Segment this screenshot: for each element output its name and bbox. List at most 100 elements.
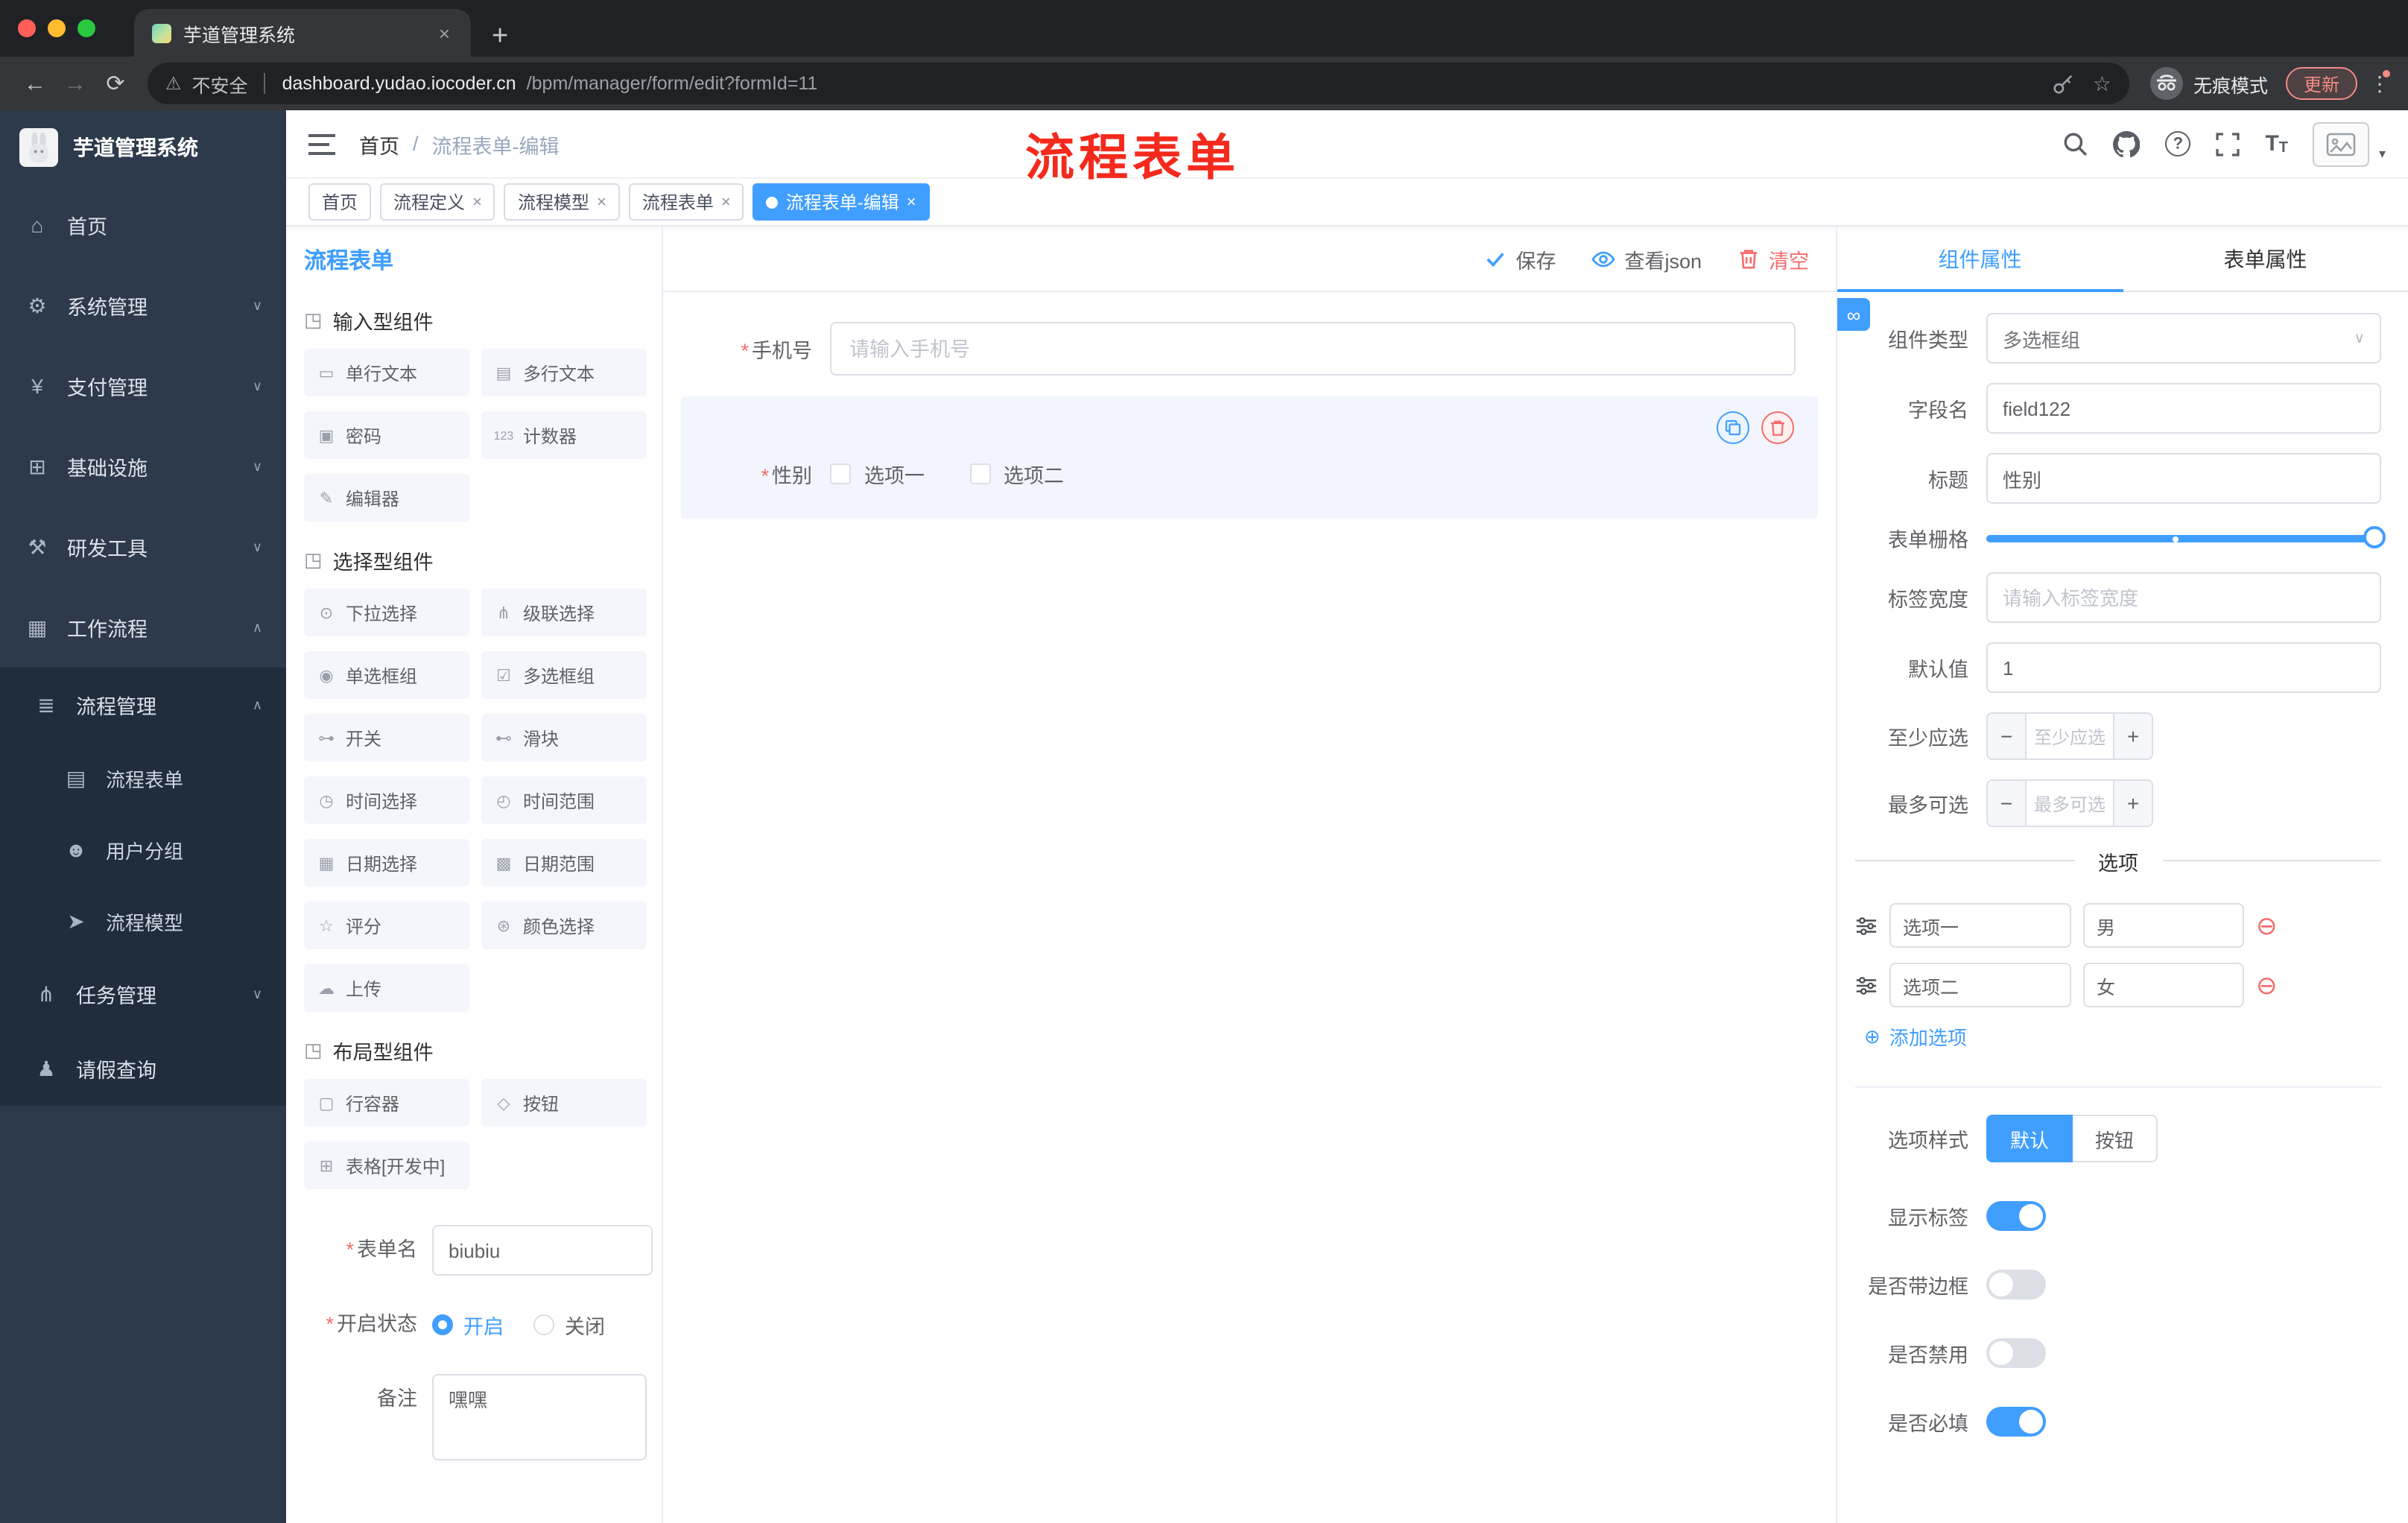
sidebar-toggle-icon[interactable] (308, 133, 335, 154)
address-bar[interactable]: ⚠ 不安全 dashboard.yudao.iocoder.cn /bpm/ma… (148, 63, 2129, 104)
reload-icon[interactable]: ⟳ (95, 70, 136, 97)
increment-button[interactable]: + (2113, 714, 2152, 759)
field-name-input[interactable] (1986, 383, 2381, 434)
sidebar-item-process-management[interactable]: ≣ 流程管理 ∧ (0, 668, 286, 742)
bookmark-star-icon[interactable]: ☆ (2093, 71, 2111, 96)
checkbox[interactable] (969, 463, 990, 484)
drag-handle-icon[interactable] (1855, 914, 1878, 937)
fullscreen-icon[interactable] (2216, 132, 2240, 156)
chip-select[interactable]: ⊙ 下拉选择 (304, 589, 469, 636)
decrement-button[interactable]: − (1988, 781, 2027, 826)
tab-component-props[interactable]: 组件属性 (1837, 227, 2123, 292)
chip-color-picker[interactable]: ⊛ 颜色选择 (481, 902, 647, 949)
component-type-select[interactable]: 多选框组 ∨ (1986, 313, 2381, 364)
chip-slider[interactable]: ⊷ 滑块 (481, 714, 647, 762)
chip-upload[interactable]: ☁ 上传 (304, 964, 469, 1012)
disabled-switch[interactable] (1986, 1338, 2046, 1368)
add-option-button[interactable]: ⊕ 添加选项 (1864, 1022, 2381, 1051)
chip-switch[interactable]: ⊶ 开关 (304, 714, 469, 762)
sidebar-item-user-groups[interactable]: ☻ 用户分组 (0, 814, 286, 885)
copy-component-button[interactable] (1717, 411, 1749, 444)
chip-single-line-text[interactable]: ▭ 单行文本 (304, 349, 469, 396)
tag-process-model[interactable]: 流程模型 × (504, 183, 620, 221)
option-value-input[interactable] (2083, 963, 2244, 1007)
slider-handle[interactable] (2363, 526, 2386, 548)
chip-date-range[interactable]: ▩ 日期范围 (481, 839, 647, 887)
back-icon[interactable]: ← (15, 71, 55, 96)
tag-process-form-edit[interactable]: 流程表单-编辑 × (752, 183, 930, 221)
chip-cascader[interactable]: ⋔ 级联选择 (481, 589, 647, 636)
tag-close-icon[interactable]: × (907, 193, 916, 211)
title-input[interactable] (1986, 453, 2381, 504)
status-radio-on[interactable]: 开启 (432, 1310, 504, 1340)
window-zoom-button[interactable] (77, 19, 95, 37)
increment-button[interactable]: + (2113, 781, 2152, 826)
border-switch[interactable] (1986, 1270, 2046, 1299)
search-icon[interactable] (2062, 131, 2088, 156)
sidebar-item-home[interactable]: ⌂ 首页 (0, 185, 286, 265)
sidebar-item-workflow[interactable]: ▦ 工作流程 ∧ (0, 587, 286, 668)
decrement-button[interactable]: − (1988, 714, 2027, 759)
default-value-input[interactable] (1986, 642, 2381, 693)
sidebar-item-system[interactable]: ⚙ 系统管理 ∨ (0, 265, 286, 346)
delete-component-button[interactable] (1761, 411, 1794, 444)
clear-button[interactable]: 清空 (1737, 244, 1809, 273)
sidebar-item-task-management[interactable]: ⋔ 任务管理 ∨ (0, 957, 286, 1031)
gender-option-1[interactable]: 选项一 (830, 459, 925, 489)
forward-icon[interactable]: → (55, 71, 95, 96)
window-close-button[interactable] (18, 19, 36, 37)
sidebar-item-devtools[interactable]: ⚒ 研发工具 ∨ (0, 507, 286, 587)
chip-radio-group[interactable]: ◉ 单选框组 (304, 651, 469, 699)
tag-process-definition[interactable]: 流程定义 × (380, 183, 495, 221)
label-width-input[interactable] (1986, 572, 2381, 623)
breadcrumb-home[interactable]: 首页 (359, 129, 399, 159)
min-select-stepper[interactable]: − 至少应选 + (1986, 712, 2153, 760)
view-json-button[interactable]: 查看json (1591, 244, 1702, 273)
form-grid-slider[interactable] (1986, 526, 2386, 550)
tab-close-icon[interactable]: × (436, 22, 453, 44)
sidebar-item-infrastructure[interactable]: ⊞ 基础设施 ∨ (0, 426, 286, 507)
tag-close-icon[interactable]: × (597, 193, 606, 211)
remark-textarea[interactable]: 嘿嘿 (432, 1374, 647, 1460)
chip-checkbox-group[interactable]: ☑ 多选框组 (481, 651, 647, 699)
browser-tab[interactable]: 芋道管理系统 × (134, 9, 471, 57)
chip-table[interactable]: ⊞ 表格[开发中] (304, 1142, 469, 1189)
chip-password[interactable]: ▣ 密码 (304, 411, 469, 459)
chip-date-picker[interactable]: ▦ 日期选择 (304, 839, 469, 887)
sidebar-item-process-model[interactable]: ➤ 流程模型 (0, 885, 286, 957)
chip-counter[interactable]: 123 计数器 (481, 411, 647, 459)
font-size-icon[interactable] (2265, 131, 2288, 156)
github-icon[interactable] (2113, 130, 2141, 157)
tab-form-props[interactable]: 表单属性 (2123, 227, 2408, 291)
chip-time-range[interactable]: ◴ 时间范围 (481, 776, 647, 824)
option-label-input[interactable] (1889, 903, 2071, 948)
max-select-stepper[interactable]: − 最多可选 + (1986, 779, 2153, 827)
browser-menu-icon[interactable]: ⋮ (2369, 69, 2390, 96)
chip-row-container[interactable]: ▢ 行容器 (304, 1079, 469, 1127)
canvas-field-gender-selected[interactable]: * 性别 选项一 选项二 (681, 396, 1818, 519)
key-icon[interactable] (2053, 72, 2075, 95)
tag-close-icon[interactable]: × (472, 193, 482, 211)
drag-handle-icon[interactable] (1855, 974, 1878, 996)
window-minimize-button[interactable] (48, 19, 66, 37)
chip-editor[interactable]: ✎ 编辑器 (304, 474, 469, 522)
sidebar-item-leave-query[interactable]: ♟ 请假查询 (0, 1031, 286, 1106)
style-default-button[interactable]: 默认 (1986, 1115, 2073, 1162)
gender-option-2[interactable]: 选项二 (969, 459, 1064, 489)
status-radio-off[interactable]: 关闭 (533, 1310, 605, 1340)
option-label-input[interactable] (1889, 963, 2071, 1007)
chip-multi-line-text[interactable]: ▤ 多行文本 (481, 349, 647, 396)
chip-button[interactable]: ◇ 按钮 (481, 1079, 647, 1127)
phone-input[interactable] (830, 322, 1796, 376)
chip-time-picker[interactable]: ◷ 时间选择 (304, 776, 469, 824)
sidebar-item-payment[interactable]: ¥ 支付管理 ∨ (0, 346, 286, 426)
link-affix-icon[interactable]: ∞ (1837, 298, 1870, 331)
tag-process-form[interactable]: 流程表单 × (628, 183, 744, 221)
sidebar-logo[interactable]: 芋道管理系统 (0, 110, 286, 185)
canvas-field-phone[interactable]: * 手机号 (681, 310, 1818, 387)
checkbox[interactable] (830, 463, 851, 484)
required-switch[interactable] (1986, 1407, 2046, 1437)
tag-home[interactable]: 首页 (308, 183, 372, 221)
update-button[interactable]: 更新 (2285, 67, 2357, 100)
new-tab-button[interactable]: + (492, 22, 508, 51)
